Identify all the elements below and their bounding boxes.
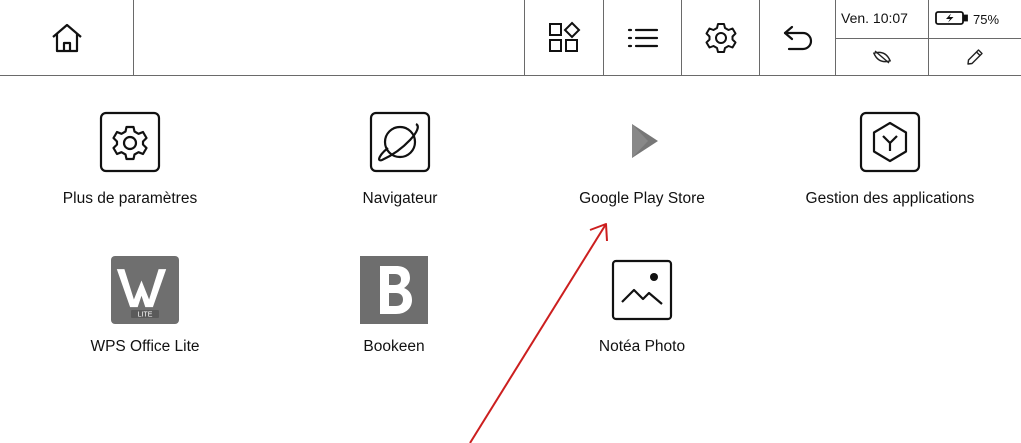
annotation-arrow: [469, 223, 608, 443]
